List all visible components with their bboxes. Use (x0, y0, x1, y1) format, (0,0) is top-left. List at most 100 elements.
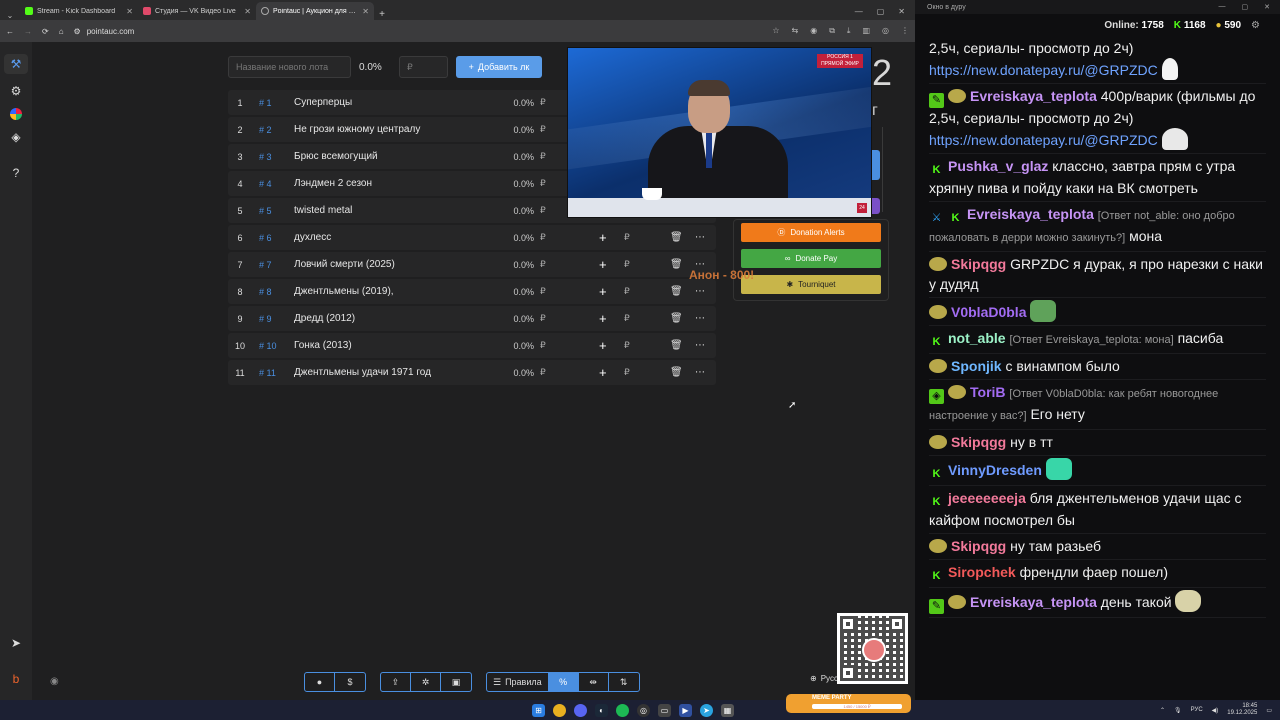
chat-username[interactable]: Sponjik (951, 358, 1002, 374)
help-icon[interactable]: ? (13, 166, 20, 180)
donation-alerts-button[interactable]: Ⓓ Donation Alerts (741, 223, 881, 242)
puzzle-icon[interactable]: ⧉ (829, 26, 835, 36)
amount-input[interactable]: ₽ (624, 313, 630, 324)
bookmark-star-icon[interactable]: ☆ (772, 26, 779, 36)
media-icon[interactable]: ⇆ (792, 26, 799, 36)
extension-icon[interactable]: ◉ (810, 26, 817, 36)
site-info-icon[interactable]: ⚙ (74, 27, 81, 36)
add-amount-button[interactable]: + (599, 365, 607, 380)
lot-amount[interactable]: ₽ (540, 286, 554, 297)
lot-amount[interactable]: ₽ (540, 97, 554, 108)
forward-icon[interactable]: → (24, 27, 32, 36)
chat-username[interactable]: ToriB (970, 384, 1006, 400)
reply-context[interactable]: [Ответ Evreiskaya_teplota: мона] (1009, 334, 1173, 346)
rules-button[interactable]: ☰ Правила (487, 673, 549, 691)
bug-button[interactable]: ✲ (411, 673, 441, 691)
lot-id[interactable]: # 2 (252, 125, 294, 135)
close-tab-icon[interactable]: ✕ (244, 7, 251, 16)
github-button[interactable]: ● (305, 673, 335, 691)
lot-name[interactable]: Гонка (2013) (294, 340, 502, 351)
amount-input[interactable]: ₽ (399, 56, 448, 78)
spotify-icon[interactable] (616, 703, 629, 717)
obs-icon[interactable]: ◎ (637, 703, 650, 717)
chat-username[interactable]: jeeeeeeeeja (948, 490, 1026, 506)
more-options-icon[interactable]: ⋯ (695, 232, 705, 243)
download-icon[interactable]: ⤓ (847, 26, 851, 36)
layers-icon[interactable]: ◈ (11, 130, 20, 144)
chat-settings-icon[interactable]: ⚙ (1251, 20, 1260, 31)
split-button[interactable]: ⇹ (579, 673, 609, 691)
new-lot-name-input[interactable]: Название нового лота (228, 56, 351, 78)
lot-id[interactable]: # 6 (252, 233, 294, 243)
side-blue-button[interactable] (871, 150, 880, 180)
add-amount-button[interactable]: + (599, 230, 607, 245)
home-icon[interactable]: ⌂ (59, 27, 64, 36)
lot-amount[interactable]: ₽ (540, 367, 554, 378)
lot-id[interactable]: # 10 (252, 341, 294, 351)
lot-id[interactable]: # 11 (252, 368, 294, 378)
amount-input[interactable]: ₽ (624, 232, 630, 243)
add-lot-button[interactable]: + Добавить лк (456, 56, 542, 78)
lot-amount[interactable]: ₽ (540, 124, 554, 135)
delete-lot-icon[interactable]: 🗑 (670, 286, 683, 297)
chat-username[interactable]: not_able (948, 330, 1006, 346)
back-icon[interactable]: ← (6, 27, 14, 36)
minimize-button[interactable]: — (855, 7, 863, 16)
delete-lot-icon[interactable]: 🗑 (670, 340, 683, 351)
lot-amount[interactable]: ₽ (540, 340, 554, 351)
menu-icon[interactable]: ⋮ (901, 26, 909, 36)
chat-username[interactable]: Pushka_v_glaz (948, 158, 1048, 174)
lot-name[interactable]: Дредд (2012) (294, 313, 502, 324)
amount-input[interactable]: ₽ (624, 259, 630, 270)
amount-input[interactable]: ₽ (624, 340, 630, 351)
close-tab-icon[interactable]: ✕ (362, 7, 369, 16)
lot-name[interactable]: Ловчий смерти (2025) (294, 259, 502, 270)
windows-start-icon[interactable]: ⊞ (532, 703, 545, 717)
add-amount-button[interactable]: + (599, 284, 607, 299)
close-window-button[interactable]: ✕ (1264, 3, 1270, 11)
chrome-icon[interactable] (553, 703, 566, 717)
more-options-icon[interactable]: ⋯ (695, 313, 705, 324)
volume-icon[interactable]: ◀) (1212, 707, 1219, 714)
delete-lot-icon[interactable]: 🗑 (670, 367, 683, 378)
add-amount-button[interactable]: + (599, 257, 607, 272)
lot-amount[interactable]: ₽ (540, 259, 554, 270)
lot-amount[interactable]: ₽ (540, 313, 554, 324)
percent-toggle[interactable]: % (548, 673, 579, 691)
maximize-button[interactable]: ▢ (877, 7, 885, 16)
steam-icon[interactable]: ◐ (595, 703, 608, 717)
close-tab-icon[interactable]: ✕ (126, 7, 133, 16)
tab-kick-dashboard[interactable]: Stream - Kick Dashboard ✕ (20, 2, 138, 20)
app-icon[interactable]: ▭ (658, 703, 671, 717)
delete-lot-icon[interactable]: 🗑 (670, 259, 683, 270)
clock[interactable]: 18:45 19.12.2025 (1227, 703, 1257, 717)
chat-link[interactable]: https://new.donatepay.ru/@GRPZDC (929, 62, 1158, 78)
lot-name[interactable]: Джентльмены (2019), (294, 286, 502, 297)
sort-button[interactable]: ⇅ (609, 673, 639, 691)
lot-name[interactable]: twisted metal (294, 205, 502, 216)
amount-input[interactable]: ₽ (624, 286, 630, 297)
more-options-icon[interactable]: ⋯ (695, 286, 705, 297)
lot-id[interactable]: # 5 (252, 206, 294, 216)
lot-name[interactable]: духлесс (294, 232, 502, 243)
lang-indicator[interactable]: РУС (1191, 707, 1203, 713)
telegram-icon[interactable]: ➤ (11, 636, 21, 650)
lot-id[interactable]: # 1 (252, 98, 294, 108)
lot-id[interactable]: # 9 (252, 314, 294, 324)
amount-input[interactable]: ₽ (624, 367, 630, 378)
wheel-icon[interactable] (10, 108, 22, 120)
chat-username[interactable]: Evreiskaya_teplota (970, 88, 1097, 104)
side-purple-button[interactable] (871, 198, 880, 214)
boosty-icon[interactable]: b (13, 672, 20, 686)
chat-username[interactable]: Evreiskaya_teplota (970, 594, 1097, 610)
donate-pay-button[interactable]: ∞ Donate Pay (741, 249, 881, 268)
lot-name[interactable]: Лэндмен 2 сезон (294, 178, 502, 189)
lot-amount[interactable]: ₽ (540, 151, 554, 162)
close-window-button[interactable]: ✕ (898, 7, 905, 16)
lot-id[interactable]: # 8 (252, 287, 294, 297)
tab-menu-icon[interactable]: ⌄ (0, 11, 20, 20)
chat-username[interactable]: V0blaD0bla (951, 304, 1026, 320)
lot-name[interactable]: Брюс всемогущий (294, 151, 502, 162)
settings-icon[interactable]: ⚙ (11, 84, 22, 98)
lot-amount[interactable]: ₽ (540, 232, 554, 243)
